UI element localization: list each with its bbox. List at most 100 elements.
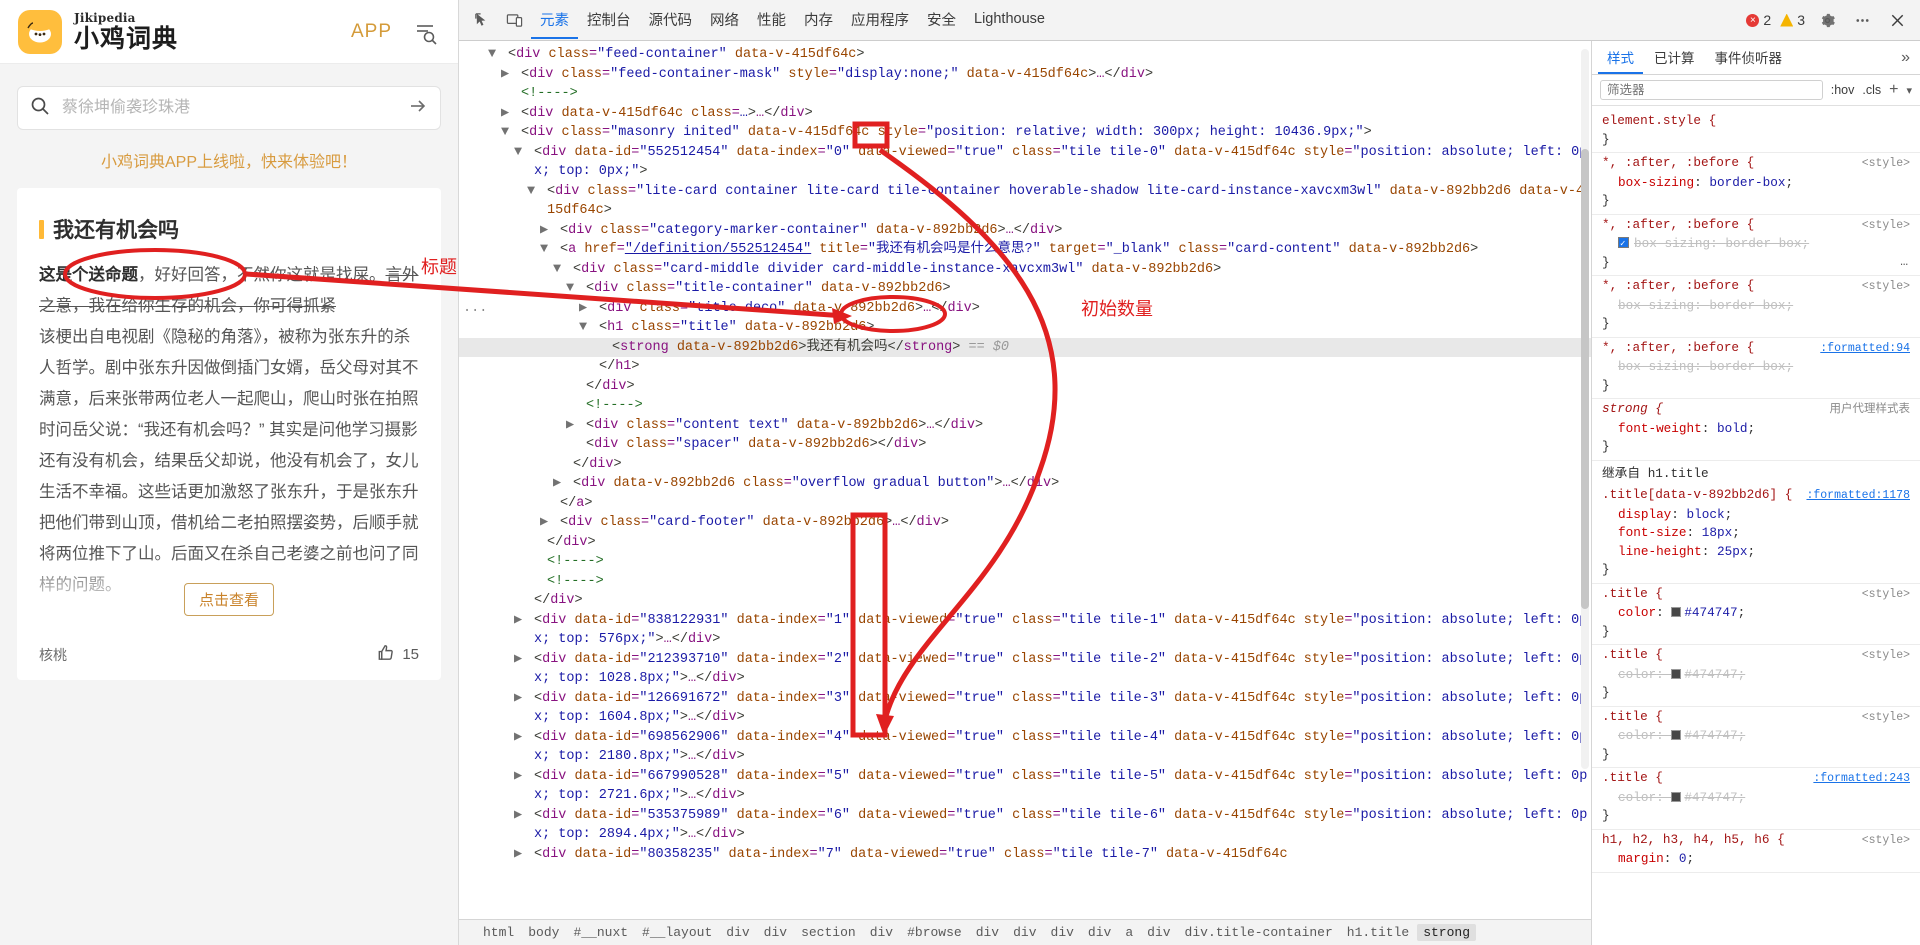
rule-selector[interactable]: strong { [1602, 400, 1663, 419]
rule-selector[interactable]: .title { [1602, 708, 1663, 727]
devtools-tab-7[interactable]: 安全 [918, 1, 965, 39]
breadcrumb-item-12[interactable]: div [1082, 924, 1117, 941]
cls-toggle[interactable]: .cls [1862, 83, 1881, 97]
disclosure-triangle-icon[interactable] [576, 396, 586, 416]
card-author[interactable]: 核桃 [39, 645, 67, 665]
style-rule-4[interactable]: *, :after, :before {:formatted:94 box-siz… [1592, 338, 1920, 399]
inherited-style-rule-1[interactable]: .title {<style> color: #474747;} [1592, 584, 1920, 645]
dom-node-line[interactable]: ▼ <div data-id="552512454" data-index="0"… [459, 143, 1591, 182]
disclosure-triangle-icon[interactable]: ▶ [540, 513, 560, 533]
disclosure-triangle-icon[interactable]: ▶ [540, 221, 560, 241]
declaration-property[interactable]: line-height [1618, 544, 1702, 559]
disclosure-triangle-icon[interactable]: ▶ [514, 650, 534, 670]
rule-selector[interactable]: *, :after, :before { [1602, 277, 1754, 296]
disclosure-triangle-icon[interactable]: ▼ [514, 143, 534, 163]
declaration-value[interactable]: border-box [1709, 298, 1785, 313]
disclosure-triangle-icon[interactable]: ▶ [514, 806, 534, 826]
breadcrumb-item-0[interactable]: html [477, 924, 520, 941]
rule-selector[interactable]: .title { [1602, 646, 1663, 665]
dom-node-line[interactable]: ▶ <div data-v-892bb2d6 class="overflow gr… [459, 474, 1591, 494]
devtools-tab-6[interactable]: 应用程序 [842, 1, 918, 39]
device-toolbar-icon[interactable] [499, 6, 529, 34]
rule-selector[interactable]: element.style { [1602, 112, 1716, 131]
devtools-tab-2[interactable]: 源代码 [640, 1, 702, 39]
declaration-property[interactable]: color [1618, 667, 1656, 682]
dom-node-line[interactable]: ▶ <div class="category-marker-container" … [459, 221, 1591, 241]
devtools-tab-8[interactable]: Lighthouse [965, 1, 1054, 39]
declaration-value[interactable]: #474747 [1684, 728, 1737, 743]
dom-node-line[interactable]: ▶ <div class="feed-container-mask" style=… [459, 65, 1591, 85]
dom-node-line[interactable]: ▶ <div data-id="698562906" data-index="4"… [459, 728, 1591, 767]
color-swatch[interactable] [1671, 791, 1682, 802]
disclosure-triangle-icon[interactable]: ▶ [514, 845, 534, 865]
declaration-0[interactable]: color: #474747; [1602, 789, 1910, 808]
breadcrumb-item-6[interactable]: section [795, 924, 862, 941]
breadcrumb-item-7[interactable]: div [864, 924, 899, 941]
breadcrumb-item-16[interactable]: h1.title [1341, 924, 1415, 941]
declaration-value[interactable]: 18px [1702, 525, 1732, 540]
dom-node-line[interactable]: ▼ <div class="masonry inited" data-v-415d… [459, 123, 1591, 143]
breadcrumb-item-1[interactable]: body [522, 924, 565, 941]
inherited-style-rule-2[interactable]: .title {<style> color: #474747;} [1592, 645, 1920, 707]
disclosure-triangle-icon[interactable] [524, 591, 534, 611]
disclosure-triangle-icon[interactable]: ▶ [514, 767, 534, 787]
breadcrumb-item-10[interactable]: div [1007, 924, 1042, 941]
disclosure-triangle-icon[interactable] [563, 455, 573, 475]
disclosure-triangle-icon[interactable]: ▼ [553, 260, 573, 280]
disclosure-triangle-icon[interactable]: ▶ [579, 299, 599, 319]
disclosure-triangle-icon[interactable]: ▶ [514, 611, 534, 631]
declaration-value[interactable]: border-box [1709, 359, 1785, 374]
style-rule-0[interactable]: element.style {} [1592, 111, 1920, 153]
thumbs-up-icon[interactable] [376, 643, 395, 666]
devtools-tab-0[interactable]: 元素 [531, 1, 578, 39]
declaration-value[interactable]: 25px [1717, 544, 1747, 559]
rule-origin[interactable]: <style> [1862, 278, 1910, 297]
view-more-button[interactable]: 点击查看 [183, 583, 275, 616]
rule-origin[interactable]: :formatted:94 [1820, 340, 1910, 359]
declaration-property[interactable]: color [1618, 728, 1656, 743]
declaration-0[interactable]: color: #474747; [1602, 604, 1910, 623]
dom-node-line[interactable]: ▶ <div data-id="212393710" data-index="2"… [459, 650, 1591, 689]
chevron-down-icon[interactable]: ▾ [1906, 84, 1912, 97]
inherited-style-rule-5[interactable]: h1, h2, h3, h4, h5, h6 {<style> margin: 0… [1592, 830, 1920, 873]
disclosure-triangle-icon[interactable]: ▶ [501, 65, 521, 85]
rule-origin[interactable]: :formatted:1178 [1806, 487, 1910, 506]
devtools-tab-3[interactable]: 网络 [701, 1, 748, 39]
declaration-2[interactable]: line-height: 25px; [1602, 543, 1910, 562]
dom-node-line[interactable]: ▼ <a href="/definition/552512454" title="… [459, 240, 1591, 260]
declaration-value[interactable]: 0 [1679, 851, 1687, 866]
style-rule-2[interactable]: *, :after, :before {<style>box-sizing: b… [1592, 215, 1920, 276]
breadcrumb-item-15[interactable]: div.title-container [1179, 924, 1339, 941]
site-logo-text[interactable]: Jikipedia 小鸡词典 [74, 12, 178, 52]
breadcrumb-item-11[interactable]: div [1045, 924, 1080, 941]
arrow-right-icon[interactable] [408, 96, 428, 121]
dom-node-line[interactable]: </div> [459, 591, 1591, 611]
declaration-property[interactable]: font-weight [1618, 421, 1702, 436]
rule-selector[interactable]: .title { [1602, 769, 1663, 788]
error-badge[interactable]: × 2 [1746, 12, 1771, 28]
dom-node-line[interactable]: <div class="spacer" data-v-892bb2d6></di… [459, 435, 1591, 455]
styles-tab-2[interactable]: 事件侦听器 [1706, 41, 1792, 74]
disclosure-triangle-icon[interactable]: ▼ [540, 240, 560, 260]
devtools-tab-1[interactable]: 控制台 [578, 1, 640, 39]
dom-node-line[interactable]: </div> [459, 455, 1591, 475]
inherited-style-rule-4[interactable]: .title {:formatted:243 color: #474747;} [1592, 768, 1920, 830]
style-rule-5[interactable]: strong {用户代理样式表 font-weight: bold;} [1592, 399, 1920, 461]
disclosure-triangle-icon[interactable]: ▼ [501, 123, 521, 143]
declaration-property[interactable]: box-sizing [1634, 236, 1710, 251]
settings-sliders-icon[interactable] [412, 18, 440, 46]
disclosure-triangle-icon[interactable]: ▶ [514, 728, 534, 748]
rule-origin[interactable]: 用户代理样式表 [1830, 401, 1911, 420]
styles-tab-0[interactable]: 样式 [1598, 41, 1643, 74]
disclosure-triangle-icon[interactable] [602, 338, 612, 358]
disclosure-triangle-icon[interactable] [537, 533, 547, 553]
disclosure-triangle-icon[interactable] [537, 572, 547, 592]
dom-scrollbar-thumb[interactable] [1581, 149, 1589, 609]
inherited-style-rule-0[interactable]: .title[data-v-892bb2d6] { :formatted:1178… [1592, 485, 1920, 584]
declaration-0[interactable]: display: block; [1602, 506, 1910, 525]
disclosure-triangle-icon[interactable] [589, 357, 599, 377]
dom-node-line[interactable]: ▶ <div class="title-deco" data-v-892bb2d6… [459, 299, 1591, 319]
declaration-property[interactable]: box-sizing [1618, 175, 1694, 190]
rule-selector[interactable]: .title[data-v-892bb2d6] { [1602, 486, 1792, 505]
declaration-0[interactable]: font-weight: bold; [1602, 420, 1910, 439]
